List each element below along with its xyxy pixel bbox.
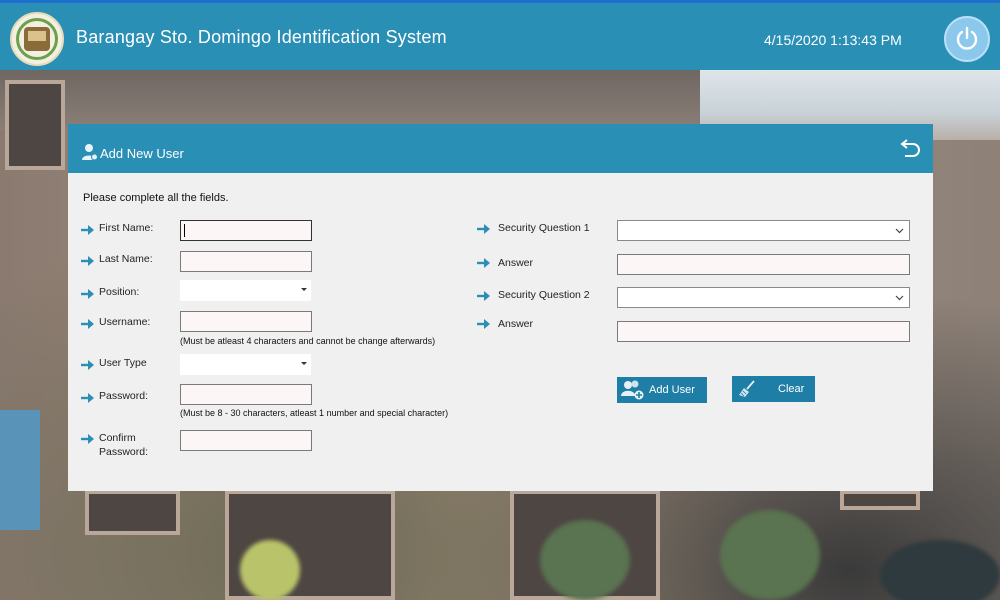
user-add-icon — [82, 144, 98, 161]
answer-1-input[interactable] — [617, 254, 910, 275]
app-header: Barangay Sto. Domingo Identification Sys… — [0, 0, 1000, 70]
confirm-password-label-line2: Password: — [99, 446, 149, 458]
arrow-right-icon — [477, 319, 490, 329]
dropdown-arrow-icon — [301, 288, 307, 291]
arrow-right-icon — [81, 434, 94, 444]
text-caret — [184, 224, 185, 237]
back-arrow-icon[interactable] — [898, 138, 922, 158]
power-icon — [956, 26, 978, 50]
first-name-input[interactable] — [180, 220, 312, 241]
arrow-right-icon — [81, 393, 94, 403]
password-input[interactable] — [180, 384, 312, 405]
last-name-input[interactable] — [180, 251, 312, 272]
security-question-1-label: Security Question 1 — [498, 222, 590, 234]
panel-title: Add New User — [100, 146, 184, 161]
form-instruction: Please complete all the fields. — [83, 192, 229, 204]
answer-2-input[interactable] — [617, 321, 910, 342]
user-type-label: User Type — [99, 357, 147, 369]
answer-2-label: Answer — [498, 318, 534, 330]
add-user-panel: Add New User Please complete all the fie… — [68, 124, 933, 491]
clear-button-label: Clear — [778, 383, 805, 395]
username-label: Username: — [99, 316, 151, 328]
background-window — [5, 80, 65, 170]
background-window — [840, 490, 920, 510]
arrow-right-icon — [477, 224, 490, 234]
confirm-password-label-line1: Confirm — [99, 432, 136, 444]
first-name-label: First Name: — [99, 222, 154, 234]
password-label: Password: — [99, 390, 149, 402]
add-user-button-label: Add User — [649, 384, 695, 396]
security-question-2-select[interactable] — [617, 287, 910, 308]
chevron-down-icon — [895, 295, 904, 301]
arrow-right-icon — [81, 360, 94, 370]
barangay-seal-logo — [10, 12, 64, 66]
datetime-display: 4/15/2020 1:13:43 PM — [764, 32, 902, 48]
background-window — [85, 490, 180, 535]
security-question-1-select[interactable] — [617, 220, 910, 241]
position-label: Position: — [99, 286, 140, 298]
position-select[interactable] — [180, 280, 311, 301]
clear-button[interactable]: Clear — [732, 376, 815, 402]
arrow-right-icon — [81, 319, 94, 329]
arrow-right-icon — [477, 258, 490, 268]
background-person — [240, 540, 300, 600]
username-hint: (Must be atleast 4 characters and cannot… — [180, 336, 436, 346]
password-hint: (Must be 8 - 30 characters, atleast 1 nu… — [180, 408, 449, 418]
background-plant — [540, 520, 630, 600]
app-title: Barangay Sto. Domingo Identification Sys… — [76, 27, 447, 47]
broom-icon — [739, 380, 755, 397]
panel-header: Add New User — [68, 124, 933, 173]
arrow-right-icon — [81, 225, 94, 235]
confirm-password-input[interactable] — [180, 430, 312, 451]
user-type-select[interactable] — [180, 354, 311, 375]
arrow-right-icon — [477, 291, 490, 301]
last-name-label: Last Name: — [99, 253, 153, 265]
security-question-2-label: Security Question 2 — [498, 289, 590, 301]
arrow-right-icon — [81, 256, 94, 266]
add-users-icon — [621, 380, 644, 400]
dropdown-arrow-icon — [301, 362, 307, 365]
answer-1-label: Answer — [498, 257, 534, 269]
power-button[interactable] — [944, 16, 990, 62]
background-plant — [720, 510, 820, 600]
username-input[interactable] — [180, 311, 312, 332]
arrow-right-icon — [81, 289, 94, 299]
background-blue-wall — [0, 410, 40, 530]
confirm-password-label: Confirm Password: — [99, 431, 148, 459]
add-user-button[interactable]: Add User — [617, 377, 707, 403]
chevron-down-icon — [895, 228, 904, 234]
